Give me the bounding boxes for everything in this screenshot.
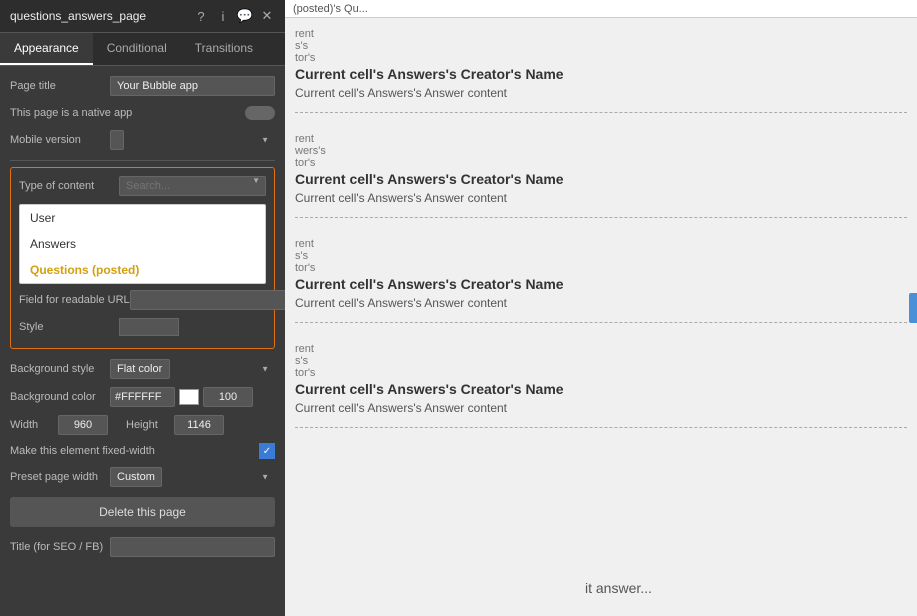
tab-appearance[interactable]: Appearance — [0, 33, 93, 65]
tabs-container: Appearance Conditional Transitions — [0, 33, 285, 66]
background-color-label: Background color — [10, 391, 110, 403]
field-readable-label: Field for readable URL — [19, 294, 130, 306]
main-content: (posted)'s Qu... rents'stor's Current ce… — [285, 0, 917, 616]
background-style-select[interactable]: Flat color — [110, 359, 170, 379]
row-title-1: Current cell's Answers's Creator's Name — [295, 66, 907, 82]
bottom-text: it answer... — [585, 580, 652, 596]
comment-icon[interactable]: 💬 — [237, 8, 253, 24]
native-app-row: This page is a native app — [10, 106, 275, 120]
height-label: Height — [126, 419, 166, 431]
row-title-4: Current cell's Answers's Creator's Name — [295, 381, 907, 397]
mobile-version-select[interactable] — [110, 130, 124, 150]
background-color-row: Background color — [10, 387, 275, 407]
width-height-row: Width Height — [10, 415, 275, 435]
close-icon[interactable]: ✕ — [259, 8, 275, 24]
row-sub-3: Current cell's Answers's Answer content — [295, 296, 907, 310]
seo-row: Title (for SEO / FB) — [10, 537, 275, 557]
height-input[interactable] — [174, 415, 224, 435]
preset-wrapper: Custom — [110, 467, 275, 487]
help-icon[interactable]: ? — [193, 8, 209, 24]
background-style-row: Background style Flat color — [10, 359, 275, 379]
background-style-wrapper: Flat color — [110, 359, 275, 379]
field-readable-row: Field for readable URL — [19, 290, 266, 310]
background-opacity-input[interactable] — [203, 387, 253, 407]
background-style-label: Background style — [10, 363, 110, 375]
content-type-search-wrapper: ▼ — [119, 176, 266, 196]
fixed-width-checkbox[interactable]: ✓ — [259, 443, 275, 459]
mobile-version-label: Mobile version — [10, 134, 110, 146]
tab-transitions[interactable]: Transitions — [181, 33, 267, 65]
panel-body: Page title This page is a native app Mob… — [0, 66, 285, 616]
table-row: rents'stor's Current cell's Answers's Cr… — [295, 238, 907, 323]
table-row: rentwers'stor's Current cell's Answers's… — [295, 133, 907, 218]
preset-label: Preset page width — [10, 471, 110, 483]
dropdown-item-answers[interactable]: Answers — [20, 231, 265, 257]
style-label: Style — [19, 321, 119, 333]
style-row: Style — [19, 318, 266, 336]
style-box[interactable] — [119, 318, 179, 336]
fixed-width-row: Make this element fixed-width ✓ — [10, 443, 275, 459]
top-bar: (posted)'s Qu... — [285, 0, 917, 18]
panel-header-icons: ? i 💬 ✕ — [193, 8, 275, 24]
panel-title: questions_answers_page — [10, 9, 146, 23]
content-rows: rents'stor's Current cell's Answers's Cr… — [285, 18, 917, 458]
divider-1 — [10, 160, 275, 161]
row-sub-2: Current cell's Answers's Answer content — [295, 191, 907, 205]
width-label: Width — [10, 419, 50, 431]
native-app-label: This page is a native app — [10, 107, 245, 119]
top-bar-text: (posted)'s Qu... — [293, 3, 368, 15]
mobile-version-wrapper — [110, 130, 275, 150]
page-title-row: Page title — [10, 76, 275, 96]
bottom-text-content: it answer... — [585, 580, 652, 596]
content-type-row: Type of content ▼ — [19, 176, 266, 196]
search-dropdown-arrow: ▼ — [252, 176, 260, 185]
table-row: rents'stor's Current cell's Answers's Cr… — [295, 343, 907, 428]
panel-header: questions_answers_page ? i 💬 ✕ — [0, 0, 285, 33]
width-input[interactable] — [58, 415, 108, 435]
properties-panel: questions_answers_page ? i 💬 ✕ Appearanc… — [0, 0, 285, 616]
tab-conditional[interactable]: Conditional — [93, 33, 181, 65]
content-type-label: Type of content — [19, 180, 119, 192]
table-row: rents'stor's Current cell's Answers's Cr… — [295, 28, 907, 113]
background-color-hex[interactable] — [110, 387, 175, 407]
native-app-toggle[interactable] — [245, 106, 275, 120]
content-type-dropdown: User Answers Questions (posted) — [19, 204, 266, 284]
preset-row: Preset page width Custom — [10, 467, 275, 487]
row-title-2: Current cell's Answers's Creator's Name — [295, 171, 907, 187]
color-swatch[interactable] — [179, 389, 199, 405]
delete-page-button[interactable]: Delete this page — [10, 497, 275, 527]
row-prefix-1: rents'stor's — [295, 28, 907, 64]
content-type-section: Type of content ▼ User Answers Questions… — [10, 167, 275, 349]
info-icon[interactable]: i — [215, 8, 231, 24]
row-title-3: Current cell's Answers's Creator's Name — [295, 276, 907, 292]
right-edge-indicator — [909, 293, 917, 323]
row-sub-4: Current cell's Answers's Answer content — [295, 401, 907, 415]
fixed-width-label: Make this element fixed-width — [10, 445, 259, 457]
content-type-search[interactable] — [119, 176, 266, 196]
page-title-label: Page title — [10, 80, 110, 92]
row-prefix-3: rents'stor's — [295, 238, 907, 274]
dropdown-item-user[interactable]: User — [20, 205, 265, 231]
dropdown-item-questions-posted[interactable]: Questions (posted) — [20, 257, 265, 283]
row-sub-1: Current cell's Answers's Answer content — [295, 86, 907, 100]
preset-select[interactable]: Custom — [110, 467, 162, 487]
field-readable-input[interactable] — [130, 290, 285, 310]
mobile-version-row: Mobile version — [10, 130, 275, 150]
seo-label: Title (for SEO / FB) — [10, 541, 110, 553]
seo-input[interactable] — [110, 537, 275, 557]
row-prefix-2: rentwers'stor's — [295, 133, 907, 169]
row-prefix-4: rents'stor's — [295, 343, 907, 379]
page-title-input[interactable] — [110, 76, 275, 96]
